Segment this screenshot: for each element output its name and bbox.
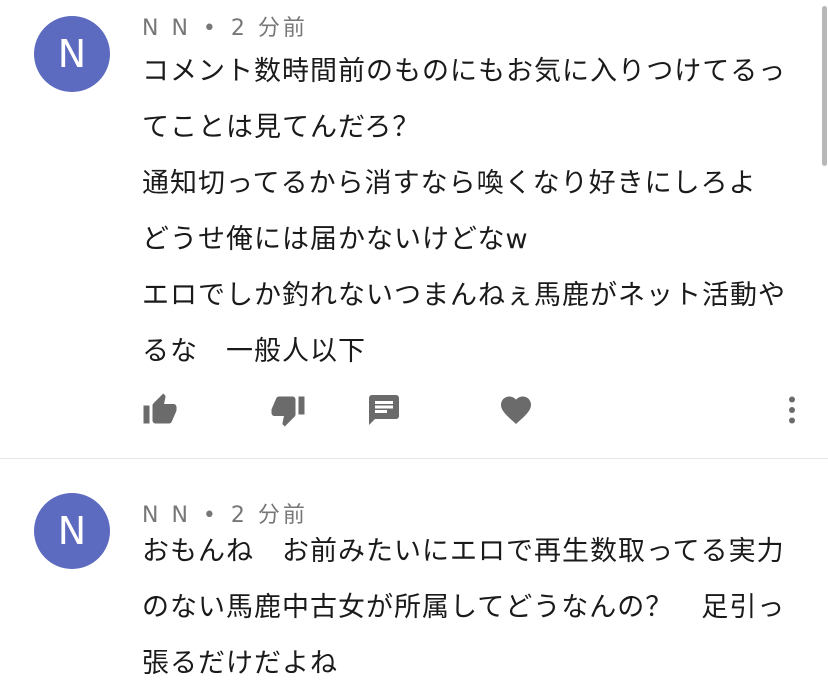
- comment-item: N N N • 2 分前 コメント数時間前のものにもお気に入りつけてるっ てこと…: [0, 0, 828, 458]
- heart-button[interactable]: [498, 392, 534, 428]
- comment-line: 通知切ってるから消すなら喚くなり好きにしろよ: [142, 168, 757, 199]
- comment-line: エロでしか釣れないつまんねぇ馬鹿がネット活動や: [142, 280, 786, 311]
- comments-page: N N N • 2 分前 コメント数時間前のものにもお気に入りつけてるっ てこと…: [0, 0, 828, 681]
- more-options-button[interactable]: [774, 392, 810, 428]
- comment-line: コメント数時間前のものにもお気に入りつけてるっ: [142, 56, 787, 87]
- comment-text: おもんね お前みたいにエロで再生数取ってる実力 のない馬鹿中古女が所属してどうな…: [142, 524, 802, 681]
- avatar[interactable]: N: [34, 493, 110, 569]
- comment-text: コメント数時間前のものにもお気に入りつけてるっ てことは見てんだろ？ 通知切って…: [142, 44, 802, 380]
- like-button[interactable]: [142, 392, 178, 428]
- comment-meta: N N • 2 分前: [142, 10, 308, 42]
- comment-line: どうせ俺には届かないけどなw: [142, 224, 529, 255]
- comment-time: 2 分前: [230, 16, 308, 41]
- avatar[interactable]: N: [34, 16, 110, 92]
- reply-button[interactable]: [366, 392, 402, 428]
- meta-separator: •: [202, 16, 219, 41]
- dislike-button[interactable]: [270, 392, 306, 428]
- comment-line: るな 一般人以下: [142, 336, 366, 367]
- comment-actions: [0, 386, 828, 434]
- thumb-up-icon: [143, 393, 177, 424]
- comment-line: おもんね お前みたいにエロで再生数取ってる実力: [142, 536, 785, 567]
- author-name[interactable]: N N: [142, 16, 191, 41]
- heart-icon: [501, 396, 531, 425]
- more-vertical-icon: [789, 396, 795, 424]
- comment-line: 張るだけだよね: [142, 648, 338, 679]
- reply-comment-icon: [369, 395, 399, 425]
- thumb-down-icon: [271, 396, 305, 427]
- comment-line: てことは見てんだろ？: [142, 112, 421, 143]
- comment-line: のない馬鹿中古女が所属してどうなんの？ 足引っ: [142, 592, 786, 623]
